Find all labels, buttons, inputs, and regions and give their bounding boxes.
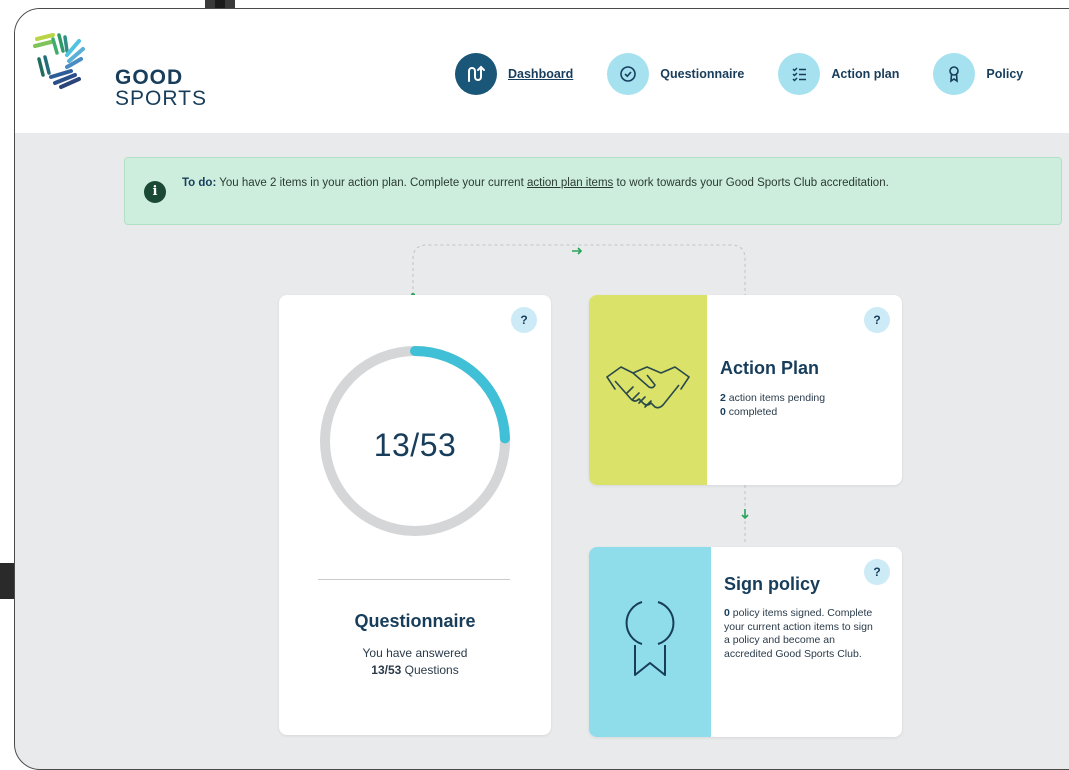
action-plan-help-button[interactable]: ? [864, 307, 890, 333]
questions-suffix: Questions [404, 663, 459, 677]
completed-text: completed [728, 405, 778, 418]
sign-policy-panel [589, 547, 711, 737]
action-plan-summary: 2 action items pending 0 completed [720, 392, 880, 419]
questionnaire-summary: You have answered 13/53 Questions [279, 645, 551, 679]
questionnaire-summary-line2: 13/53 Questions [279, 662, 551, 679]
action-plan-pending: 2 action items pending [720, 392, 880, 406]
award-ribbon-icon [625, 601, 675, 676]
pending-count: 2 [720, 392, 726, 404]
sign-policy-title: Sign policy [724, 574, 821, 594]
device-clip-left [0, 563, 14, 599]
action-plan-completed: 0 completed [720, 406, 880, 420]
questionnaire-summary-line1: You have answered [362, 646, 468, 660]
arrow-right-icon [572, 247, 583, 255]
card-divider [318, 579, 510, 580]
sign-policy-help-button[interactable]: ? [864, 559, 890, 585]
questionnaire-title: Questionnaire [354, 611, 476, 631]
sign-policy-text: policy items signed. Complete your curre… [724, 607, 873, 660]
sign-policy-description: 0 policy items signed. Complete your cur… [724, 607, 874, 661]
action-plan-card[interactable]: ? Action Plan 2 action items pending 0 c… [589, 295, 902, 485]
signed-count: 0 [724, 607, 730, 619]
pending-text: action items pending [728, 392, 826, 404]
answered-count: 13/53 [371, 663, 402, 677]
completed-count: 0 [720, 405, 726, 418]
questionnaire-card[interactable]: ? 13/53 Questionnaire You have answered … [279, 295, 551, 735]
action-plan-panel [589, 295, 707, 485]
sign-policy-card[interactable]: ? Sign policy 0 policy items signed. Com… [589, 547, 902, 737]
action-plan-title: Action Plan [720, 358, 820, 378]
questionnaire-help-button[interactable]: ? [511, 307, 537, 333]
progress-count: 13/53 [373, 427, 457, 463]
app-window: GOOD SPORTS Dashboard Questionnaire Acti… [14, 8, 1069, 770]
handshake-icon [606, 366, 690, 409]
arrow-down-icon [741, 509, 749, 520]
